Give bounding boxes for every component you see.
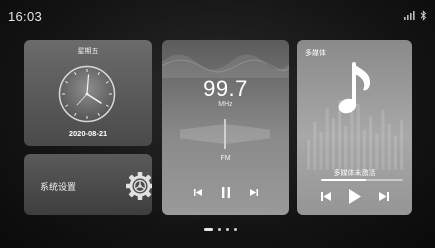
radio-wave-decoration (162, 54, 289, 78)
page-dot[interactable] (218, 228, 221, 231)
play-icon (349, 188, 361, 204)
media-play-button[interactable] (347, 186, 363, 206)
media-card[interactable]: 多媒体 多媒体未激活 (297, 40, 412, 215)
media-progress-bar[interactable] (321, 179, 403, 181)
music-note-icon (338, 62, 371, 114)
band-label: FM (220, 155, 231, 162)
previous-icon (194, 188, 202, 196)
date-label: 2020-08-21 (68, 129, 108, 138)
signal-icon (404, 11, 415, 20)
settings-label: 系统设置 (40, 182, 77, 192)
radio-previous-button[interactable] (192, 184, 204, 200)
previous-icon (321, 191, 331, 201)
status-time: 16:03 (8, 9, 43, 24)
radio-next-button[interactable] (248, 184, 260, 200)
media-next-button[interactable] (377, 186, 391, 206)
media-previous-button[interactable] (319, 186, 333, 206)
weekday-label: 星期五 (77, 48, 99, 55)
frequency-unit: MHz (218, 101, 233, 108)
radio-pause-button[interactable] (219, 184, 233, 200)
next-icon (250, 188, 258, 196)
media-status: 多媒体未激活 (333, 170, 376, 177)
system-settings-card[interactable]: 系统设置 (24, 154, 152, 215)
radio-controls (162, 184, 289, 200)
media-controls (297, 186, 412, 206)
frequency-display: 99.7 (203, 76, 248, 101)
page-dot[interactable] (234, 228, 237, 231)
pause-icon (222, 186, 230, 198)
radio-card[interactable]: 99.7 MHz FM (162, 40, 289, 215)
analog-clock-icon (58, 65, 116, 123)
home-screen: 16:03 星期五 2020-08-21 系统设置 99.7 MHz FM 多媒… (0, 0, 435, 248)
media-title: 多媒体 (305, 50, 326, 57)
bluetooth-icon (420, 10, 427, 21)
page-dot[interactable] (226, 228, 229, 231)
gear-icon (126, 172, 152, 200)
page-dot[interactable] (204, 228, 213, 231)
tuner-scale-icon (180, 119, 270, 149)
page-indicator[interactable] (0, 226, 435, 232)
next-icon (379, 191, 389, 201)
date-clock-card[interactable]: 星期五 2020-08-21 (24, 40, 152, 146)
media-progress-fill (321, 179, 367, 181)
status-bar: 16:03 (0, 0, 435, 30)
